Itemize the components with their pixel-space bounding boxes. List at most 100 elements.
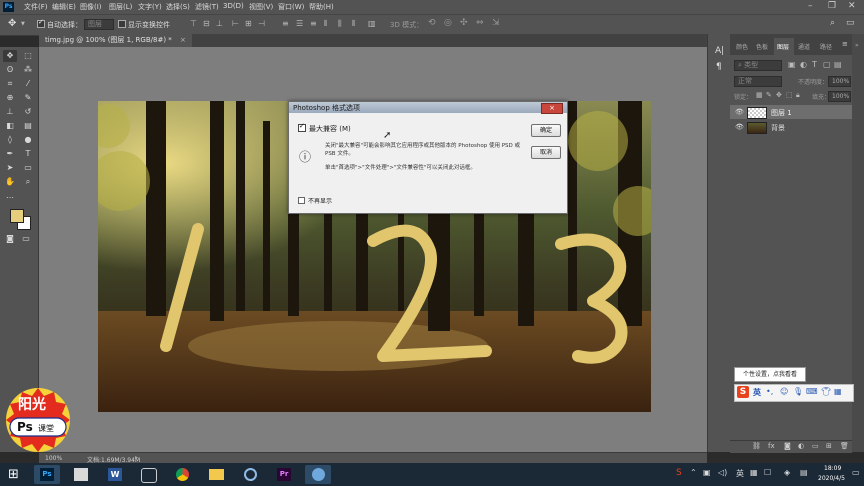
menu-file[interactable]: 文件(F) xyxy=(24,2,48,12)
foreground-color-swatch[interactable] xyxy=(10,209,24,223)
marquee-tool-icon[interactable]: ⬚ xyxy=(23,51,33,61)
distribute-hcenter-icon[interactable]: ⫼ xyxy=(338,19,342,29)
magic-wand-tool-icon[interactable]: ⁂ xyxy=(23,65,33,75)
menu-layer[interactable]: 图层(L) xyxy=(109,2,132,12)
maximize-icon[interactable]: ❐ xyxy=(828,1,836,11)
crop-tool-icon[interactable]: ⌗ xyxy=(5,79,15,89)
filter-image-icon[interactable]: ▣ xyxy=(788,60,796,69)
tab-channels[interactable]: 通道 xyxy=(798,42,810,51)
link-layers-icon[interactable]: ⛓︎ xyxy=(752,442,761,450)
taskbar-explorer-icon[interactable] xyxy=(203,465,229,484)
menu-window[interactable]: 窗口(W) xyxy=(278,2,304,12)
quick-mask-icon[interactable]: ◙ xyxy=(5,234,15,244)
group-icon[interactable]: ▭ xyxy=(812,442,819,450)
align-hcenter-icon[interactable]: ⊞ xyxy=(245,19,252,28)
max-compat-checkbox[interactable]: ✓ xyxy=(298,122,306,132)
blur-tool-icon[interactable]: ◊ xyxy=(5,135,15,145)
lasso-tool-icon[interactable]: ʘ xyxy=(5,65,15,75)
minimize-icon[interactable]: – xyxy=(808,1,813,11)
sogou-logo-icon[interactable]: S xyxy=(737,386,749,398)
workspace-icon[interactable]: ▭ xyxy=(846,18,855,28)
menu-view[interactable]: 视图(V) xyxy=(249,2,273,12)
type-tool-icon[interactable]: T xyxy=(23,149,33,159)
auto-select-dropdown[interactable]: 图层 xyxy=(84,19,114,30)
gradient-tool-icon[interactable]: ▤ xyxy=(23,121,33,131)
ime-toolbar[interactable]: S 英 •, ☺ 🎙︎ ⌨︎ 👕︎ ▦ xyxy=(734,384,854,402)
lock-move-icon[interactable]: ✥ xyxy=(776,91,782,99)
more-tools-icon[interactable]: … xyxy=(5,191,15,201)
taskbar-video-icon[interactable] xyxy=(136,465,162,484)
3d-scale-icon[interactable]: ⇲ xyxy=(492,18,500,28)
tray-volume-icon[interactable]: ◁) xyxy=(718,468,727,477)
menu-edit[interactable]: 编辑(E) xyxy=(52,2,76,12)
pen-tool-icon[interactable]: ✒ xyxy=(5,149,15,159)
zoom-level[interactable]: 100% xyxy=(45,455,62,462)
lock-all-icon[interactable]: 🔒︎ xyxy=(796,91,800,100)
3d-roll-icon[interactable]: ◎ xyxy=(444,18,452,28)
trash-icon[interactable]: 🗑︎ xyxy=(840,442,849,450)
eraser-tool-icon[interactable]: ◧ xyxy=(5,121,15,131)
menu-3d[interactable]: 3D(D) xyxy=(223,2,244,10)
menu-select[interactable]: 选择(S) xyxy=(166,2,190,12)
tray-ime-icon[interactable]: 英 xyxy=(736,468,744,479)
no-show-checkbox[interactable] xyxy=(298,197,305,204)
ime-skin-icon[interactable]: 👕︎ xyxy=(821,387,831,396)
tab-color[interactable]: 颜色 xyxy=(736,42,748,51)
clone-stamp-tool-icon[interactable]: ⊥ xyxy=(5,107,15,117)
document-tab[interactable]: timg.jpg @ 100% (图层 1, RGB/8#) * × xyxy=(39,34,192,47)
search-icon[interactable]: ⌕ xyxy=(830,18,835,28)
filter-smart-icon[interactable]: ▤ xyxy=(834,60,842,69)
eyedropper-tool-icon[interactable]: ⁄ xyxy=(23,79,33,89)
dodge-tool-icon[interactable]: ● xyxy=(23,135,33,145)
lock-paint-icon[interactable]: ✎ xyxy=(766,91,772,99)
ime-voice-icon[interactable]: 🎙︎ xyxy=(793,387,803,396)
filter-adjust-icon[interactable]: ◐ xyxy=(800,60,807,69)
eye-icon[interactable]: 👁︎ xyxy=(735,123,744,131)
fx-icon[interactable]: fx xyxy=(768,442,775,450)
opacity-input[interactable]: 100% xyxy=(828,76,851,87)
zoom-tool-icon[interactable]: ⌕ xyxy=(23,177,33,187)
align-left-icon[interactable]: ⊢ xyxy=(232,19,239,28)
tray-network-icon[interactable]: ▣ xyxy=(703,468,711,477)
align-right-icon[interactable]: ⊣ xyxy=(258,19,265,28)
tray-app-icon[interactable]: ▦ xyxy=(750,468,758,477)
status-arrow-icon[interactable]: ▸ xyxy=(135,454,138,461)
layer-row-selected[interactable]: 👁︎ 图层 1 xyxy=(730,105,852,119)
distribute-top-icon[interactable]: ≡ xyxy=(282,19,289,28)
dialog-close-button[interactable]: × xyxy=(541,103,563,114)
rectangle-tool-icon[interactable]: ▭ xyxy=(23,163,33,173)
align-vcenter-icon[interactable]: ⊟ xyxy=(203,19,210,28)
lock-pixels-icon[interactable]: ▦ xyxy=(756,91,763,99)
dialog-titlebar[interactable]: Photoshop 格式选项 × xyxy=(289,102,567,114)
ime-punct-icon[interactable]: •, xyxy=(766,387,773,396)
tab-layers[interactable]: 图层 xyxy=(777,42,789,51)
tray-chevron-icon[interactable]: ⌃ xyxy=(690,468,697,477)
distribute-vcenter-icon[interactable]: ☰ xyxy=(296,19,303,28)
panel-menu-icon[interactable]: ≡ xyxy=(842,40,848,48)
healing-brush-tool-icon[interactable]: ⊕ xyxy=(5,93,15,103)
show-transform-checkbox[interactable] xyxy=(118,20,126,28)
path-select-tool-icon[interactable]: ➤ xyxy=(5,163,15,173)
clock-time[interactable]: 18:09 xyxy=(824,465,841,472)
filter-text-icon[interactable]: T xyxy=(812,60,817,69)
taskbar-app-icon[interactable] xyxy=(68,465,94,484)
chevron-down-icon[interactable]: ▼ xyxy=(21,21,25,27)
ime-toolbox-icon[interactable]: ▦ xyxy=(834,387,842,396)
close-window-icon[interactable]: ✕ xyxy=(848,1,856,11)
filter-shape-icon[interactable]: ▢ xyxy=(823,60,831,69)
menu-help[interactable]: 帮助(H) xyxy=(309,2,334,12)
new-layer-icon[interactable]: ⊞ xyxy=(826,442,832,450)
clock-date[interactable]: 2020/4/5 xyxy=(818,475,845,482)
blend-mode-dropdown[interactable]: 正常 xyxy=(734,76,782,87)
hand-tool-icon[interactable]: ✋ xyxy=(5,177,15,187)
filter-type-dropdown[interactable]: ⌕ 类型 xyxy=(734,60,782,71)
tab-swatches[interactable]: 色板 xyxy=(756,42,768,51)
ok-button[interactable]: 确定 xyxy=(531,124,561,137)
layer-row-background[interactable]: 👁︎ 背景 xyxy=(730,120,852,134)
adjustment-icon[interactable]: ◐ xyxy=(798,442,804,450)
tray-app3-icon[interactable]: ◈ xyxy=(784,468,790,477)
tray-app2-icon[interactable]: ☐ xyxy=(764,468,771,477)
tray-sogou-icon[interactable]: S xyxy=(676,468,682,478)
align-top-icon[interactable]: ⊤ xyxy=(190,19,197,28)
taskbar-photoshop-icon[interactable]: Ps xyxy=(34,465,60,484)
